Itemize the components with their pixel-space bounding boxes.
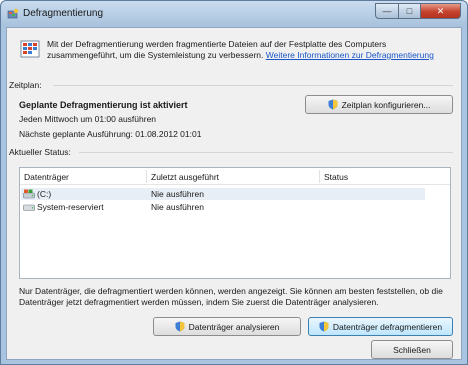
drive-name: System-reserviert	[37, 202, 104, 212]
drive-last-run: Nie ausführen	[151, 189, 204, 199]
close-window-button[interactable]: ✕	[421, 3, 461, 19]
drive-name: (C:)	[37, 189, 52, 199]
schedule-status: Geplante Defragmentierung ist aktiviert	[19, 100, 188, 110]
window-controls: — □ ✕	[375, 3, 461, 19]
defrag-info-icon	[20, 40, 40, 58]
shield-icon	[175, 321, 185, 332]
minimize-icon: —	[382, 6, 392, 16]
configure-schedule-button[interactable]: Zeitplan konfigurieren...	[305, 95, 453, 114]
close-button-label: Schließen	[393, 344, 431, 355]
defragment-disk-label: Datenträger defragmentieren	[332, 321, 443, 332]
shield-icon	[319, 321, 329, 332]
dialog-content: Mit der Defragmentierung werden fragment…	[6, 27, 462, 360]
minimize-button[interactable]: —	[375, 3, 399, 19]
window-title: Defragmentierung	[23, 8, 104, 19]
shield-icon	[328, 99, 338, 110]
schedule-next-run: Nächste geplante Ausführung: 01.08.2012 …	[19, 129, 202, 139]
analysis-note: Nur Datenträger, die defragmentiert werd…	[19, 286, 443, 307]
drive-row[interactable]: System-reserviert Nie ausführen	[21, 201, 425, 213]
column-separator	[319, 170, 320, 183]
maximize-button[interactable]: □	[399, 3, 421, 19]
drive-list: Datenträger Zuletzt ausgeführt Status (C…	[19, 167, 451, 279]
column-header-last-run[interactable]: Zuletzt ausgeführt	[151, 172, 219, 182]
drive-last-run: Nie ausführen	[151, 202, 204, 212]
title-bar[interactable]: Defragmentierung — □ ✕	[1, 1, 467, 27]
status-divider	[79, 152, 453, 153]
schedule-frequency: Jeden Mittwoch um 01:00 ausführen	[19, 114, 157, 124]
more-info-link[interactable]: Weitere Informationen zur Defragmentieru…	[266, 50, 434, 60]
close-button[interactable]: Schließen	[371, 340, 453, 359]
configure-schedule-label: Zeitplan konfigurieren...	[341, 99, 431, 110]
close-icon: ✕	[436, 5, 445, 16]
schedule-divider	[53, 85, 453, 86]
column-header-status[interactable]: Status	[324, 172, 348, 182]
intro-text: Mit der Defragmentierung werden fragment…	[47, 39, 452, 61]
drive-icon	[23, 204, 35, 211]
defrag-window: Defragmentierung — □ ✕ Mit der Defragmen…	[0, 0, 468, 365]
column-separator	[146, 170, 147, 183]
analyze-disk-button[interactable]: Datenträger analysieren	[153, 317, 301, 336]
defragment-disk-button[interactable]: Datenträger defragmentieren	[308, 317, 453, 336]
defrag-app-icon	[7, 8, 19, 19]
header-divider	[20, 184, 450, 185]
column-header-drive[interactable]: Datenträger	[24, 172, 69, 182]
drive-row[interactable]: (C:) Nie ausführen	[21, 188, 425, 200]
schedule-label: Zeitplan:	[9, 80, 42, 90]
analyze-disk-label: Datenträger analysieren	[188, 321, 280, 332]
system-drive-icon	[23, 189, 35, 199]
maximize-icon: □	[406, 6, 413, 16]
current-status-label: Aktueller Status:	[9, 147, 71, 157]
